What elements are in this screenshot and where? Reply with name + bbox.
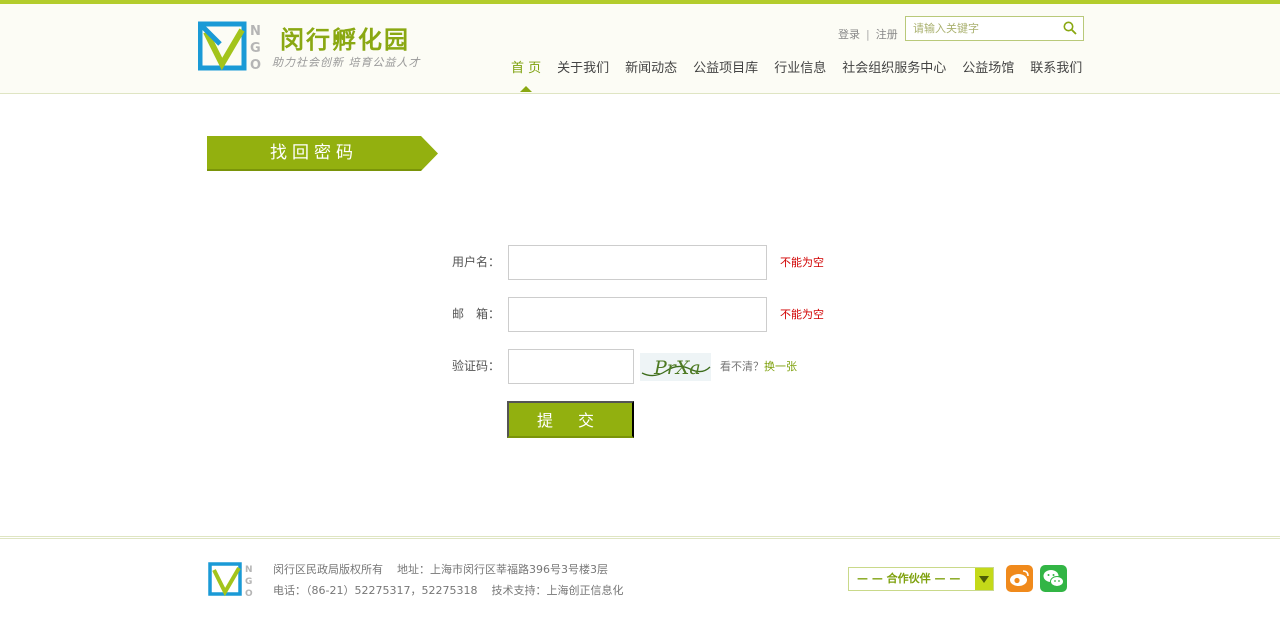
account-links: 登录 | 注册 (838, 26, 898, 42)
svg-text:O: O (250, 58, 261, 73)
footer-line-2: 电话：（86-21）52275317，52275318 技术支持：上海创正信息化 (273, 580, 623, 601)
email-field-box (508, 297, 767, 332)
captcha-field-box (508, 349, 634, 384)
email-label: 邮 箱： (451, 307, 500, 321)
svg-text:N: N (245, 565, 253, 575)
partner-label: — — 合作伙伴 — — (857, 572, 961, 585)
footer-copyright: 闵行区民政局版权所有 (273, 563, 383, 576)
login-link[interactable]: 登录 (838, 28, 860, 41)
username-field-box (508, 245, 767, 280)
page-title: 找回密码 (270, 143, 358, 163)
search-input[interactable] (906, 17, 1056, 40)
captcha-drawing: PrXa (641, 357, 711, 379)
email-error: 不能为空 (780, 308, 824, 321)
svg-text:G: G (250, 41, 261, 56)
nav-item-venues[interactable]: 公益场馆 (954, 56, 1022, 82)
register-link[interactable]: 注册 (876, 28, 898, 41)
footer-info: 闵行区民政局版权所有 地址：上海市闵行区莘福路396号3号楼3层 电话：（86-2… (273, 559, 623, 601)
footer-address: 地址：上海市闵行区莘福路396号3号楼3层 (397, 563, 608, 576)
svg-text:N: N (250, 24, 261, 39)
logo-title: 闵行孵化园 (280, 26, 410, 54)
svg-text:O: O (245, 589, 253, 599)
submit-button[interactable]: 提 交 (507, 401, 634, 438)
captcha-hint: 看不清？换一张 (720, 349, 797, 385)
captcha-image[interactable]: PrXa (640, 353, 711, 381)
footer-line-1: 闵行区民政局版权所有 地址：上海市闵行区莘福路396号3号楼3层 (273, 559, 623, 580)
username-label: 用户名： (451, 255, 500, 269)
weibo-icon[interactable] (1006, 565, 1033, 592)
main-nav: 首 页关于我们 新闻动态 公益项目库 行业信息 社会组织服务中心 公益场馆 联系我们 (503, 56, 1090, 94)
footer-ngo-logo-icon: N G O (208, 562, 253, 599)
recover-password-form: 用户名： 不能为空 邮 箱： 不能为空 验证码： PrXa 看不清？换一张 提 … (440, 245, 940, 445)
captcha-refresh-link[interactable]: 换一张 (764, 360, 797, 373)
nav-item-projects[interactable]: 公益项目库 (685, 56, 766, 82)
username-error: 不能为空 (780, 256, 824, 269)
search-icon[interactable] (1063, 21, 1077, 35)
captcha-row: 验证码： PrXa 看不清？换一张 (440, 349, 940, 385)
email-input[interactable] (509, 298, 766, 331)
captcha-input[interactable] (509, 350, 633, 383)
nav-item-home[interactable]: 首 页 (503, 56, 549, 92)
footer-phone: 电话：（86-21）52275317，52275318 (273, 584, 478, 597)
search-box (905, 16, 1084, 41)
link-separator: | (866, 28, 870, 41)
site-logo[interactable]: N G O 闵行孵化园 助力社会创新 培育公益人才 (198, 18, 428, 78)
logo-slogan: 助力社会创新 培育公益人才 (272, 56, 421, 69)
nav-item-contact[interactable]: 联系我们 (1022, 56, 1090, 82)
nav-item-news[interactable]: 新闻动态 (617, 56, 685, 82)
chevron-down-icon[interactable] (975, 568, 993, 590)
username-input[interactable] (509, 246, 766, 279)
nav-item-service-center[interactable]: 社会组织服务中心 (834, 56, 954, 82)
captcha-label: 验证码： (451, 359, 500, 373)
ngo-logo-icon: N G O (198, 21, 261, 73)
footer-tech-support: 技术支持：上海创正信息化 (491, 584, 624, 597)
page-title-ribbon: 找回密码 (207, 136, 439, 171)
active-nav-caret (520, 86, 533, 92)
nav-item-industry[interactable]: 行业信息 (766, 56, 834, 82)
captcha-unclear-text: 看不清？ (720, 360, 764, 373)
nav-item-about[interactable]: 关于我们 (549, 56, 617, 82)
site-header: N G O 闵行孵化园 助力社会创新 培育公益人才 登录 | 注册 首 页关于我们新… (0, 4, 1280, 94)
site-footer: N G O 闵行区民政局版权所有 地址：上海市闵行区莘福路396号3号楼3层 电话… (0, 536, 1280, 620)
captcha-text: PrXa (653, 357, 701, 379)
svg-text:G: G (245, 577, 252, 587)
wechat-icon[interactable] (1040, 565, 1067, 592)
partner-dropdown[interactable]: — — 合作伙伴 — — (848, 567, 994, 591)
